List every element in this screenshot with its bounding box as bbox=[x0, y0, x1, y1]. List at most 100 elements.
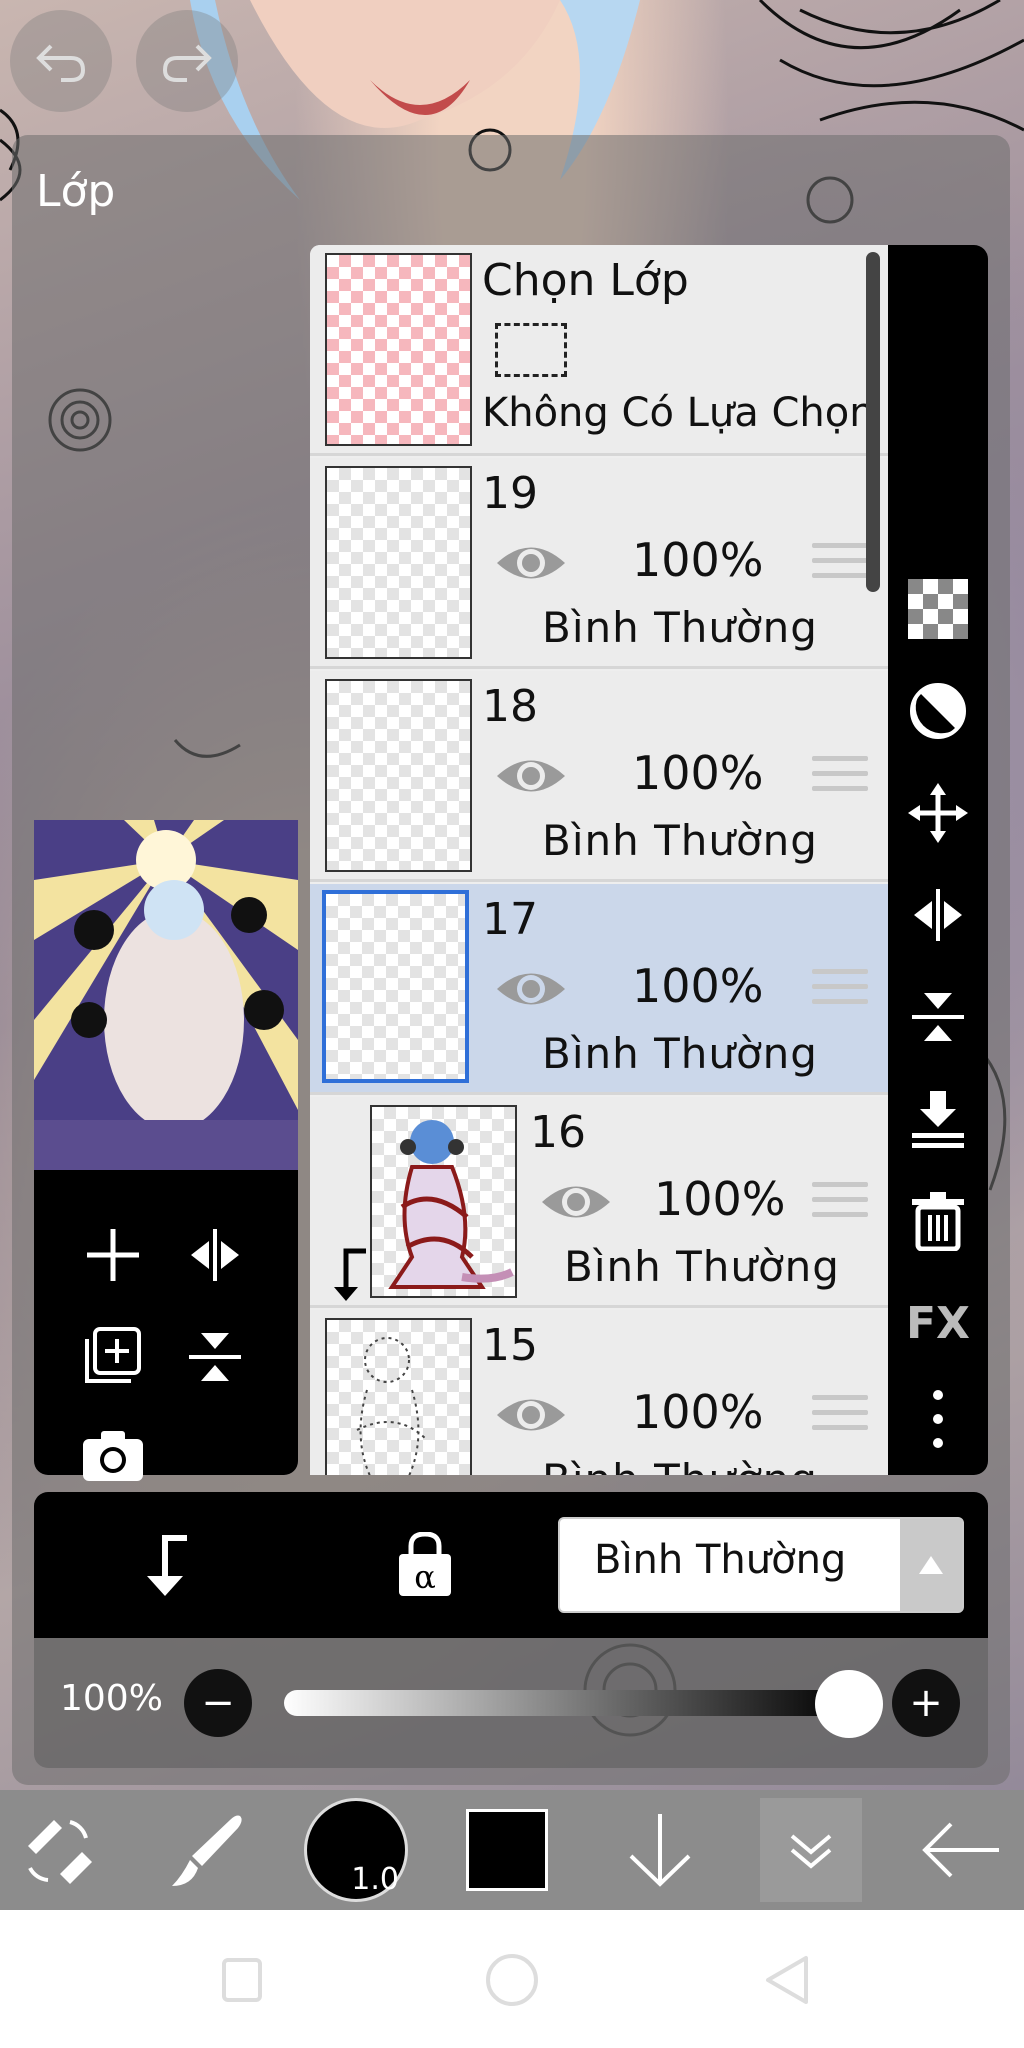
preview-artwork bbox=[34, 820, 298, 1170]
brush-size-button[interactable]: 1.0 bbox=[304, 1798, 408, 1902]
collapse-button[interactable] bbox=[760, 1798, 862, 1902]
layer-sidebar: FX bbox=[888, 245, 988, 1475]
flip-horizontal-icon bbox=[914, 889, 962, 941]
layer-bottom-bar: α Bình Thường bbox=[34, 1492, 988, 1638]
layer-row-selected[interactable]: 17 100% Bình Thường bbox=[310, 884, 888, 1095]
half-circle-icon bbox=[910, 683, 966, 739]
duplicate-layer-button[interactable] bbox=[78, 1322, 148, 1392]
layer-tools bbox=[34, 1170, 298, 1481]
layer-name: 17 bbox=[482, 894, 538, 945]
tool-switch-button[interactable] bbox=[18, 1798, 98, 1902]
layer-list[interactable]: Chọn Lớp Không Có Lựa Chọn 19 100% Bình … bbox=[310, 245, 888, 1475]
drag-handle-icon[interactable] bbox=[812, 1182, 868, 1230]
undo-button[interactable] bbox=[10, 10, 112, 112]
add-layer-button[interactable] bbox=[78, 1220, 148, 1290]
merge-layer-button[interactable] bbox=[180, 1322, 250, 1392]
layer-down-button[interactable] bbox=[620, 1798, 700, 1902]
brush-size-value: 1.0 bbox=[351, 1862, 399, 1897]
opacity-increase-button[interactable]: + bbox=[892, 1669, 960, 1737]
arrow-left-icon bbox=[922, 1822, 999, 1878]
layer-name: 15 bbox=[482, 1320, 538, 1371]
camera-icon bbox=[83, 1431, 143, 1481]
brush-size-circle: 1.0 bbox=[304, 1798, 408, 1902]
redo-button[interactable] bbox=[136, 10, 238, 112]
selection-thumbnail bbox=[325, 253, 472, 446]
alpha-lock-button[interactable]: α bbox=[390, 1530, 460, 1600]
layer-row[interactable]: 15 100% Bình Thường bbox=[310, 1310, 888, 1475]
camera-button[interactable] bbox=[78, 1420, 148, 1490]
drag-handle-icon[interactable] bbox=[812, 756, 868, 804]
brush-icon bbox=[172, 1815, 242, 1886]
alpha-lock-icon: α bbox=[399, 1532, 451, 1596]
move-icon bbox=[908, 783, 968, 843]
layer-name: 19 bbox=[482, 468, 538, 519]
arrow-down-icon bbox=[629, 1814, 691, 1887]
layer-row[interactable]: 19 100% Bình Thường bbox=[310, 458, 888, 669]
flip-vertical-button[interactable] bbox=[904, 983, 972, 1051]
canvas-preview[interactable] bbox=[34, 820, 298, 1170]
selection-title: Chọn Lớp bbox=[482, 255, 689, 306]
visibility-eye-icon[interactable] bbox=[495, 538, 567, 588]
duplicate-layer-icon bbox=[85, 1327, 141, 1383]
fill-button[interactable] bbox=[904, 677, 972, 745]
layer-blend-mode: Bình Thường bbox=[564, 1242, 840, 1291]
layer-art bbox=[388, 1120, 514, 1289]
transparency-button[interactable] bbox=[904, 575, 972, 643]
home-icon[interactable] bbox=[482, 1950, 542, 2010]
move-button[interactable] bbox=[904, 779, 972, 847]
flip-layer-button[interactable] bbox=[180, 1220, 250, 1290]
opacity-decrease-button[interactable]: − bbox=[184, 1669, 252, 1737]
flip-horizontal-icon bbox=[191, 1229, 239, 1281]
layer-thumbnail bbox=[325, 679, 472, 872]
visibility-eye-icon[interactable] bbox=[495, 751, 567, 801]
layer-row[interactable]: 16 100% Bình Thường bbox=[310, 1097, 888, 1308]
color-button[interactable] bbox=[466, 1798, 548, 1902]
system-nav-bar bbox=[0, 1910, 1024, 2048]
visibility-eye-icon[interactable] bbox=[495, 1390, 567, 1440]
main-toolbar: 1.0 bbox=[0, 1790, 1024, 1910]
blend-mode-value: Bình Thường bbox=[594, 1537, 847, 1583]
layer-list-scrollbar[interactable] bbox=[866, 252, 880, 592]
undo-icon bbox=[36, 44, 86, 82]
merge-down-button[interactable] bbox=[904, 1085, 972, 1153]
opacity-control: 100% − + bbox=[34, 1638, 988, 1768]
visibility-eye-icon[interactable] bbox=[540, 1177, 612, 1227]
back-nav-icon[interactable] bbox=[756, 1950, 816, 2010]
layer-name: 16 bbox=[530, 1107, 586, 1158]
layer-opacity: 100% bbox=[632, 959, 764, 1013]
blend-mode-dropdown[interactable]: Bình Thường bbox=[558, 1517, 964, 1613]
drag-handle-icon[interactable] bbox=[812, 543, 868, 591]
selection-marquee-icon bbox=[495, 323, 567, 377]
drag-handle-icon[interactable] bbox=[812, 969, 868, 1017]
chevron-up-icon bbox=[900, 1519, 962, 1611]
pen-eraser-switch-icon bbox=[28, 1820, 92, 1884]
opacity-slider[interactable] bbox=[284, 1690, 849, 1716]
redo-icon bbox=[162, 44, 212, 82]
clipping-button[interactable] bbox=[130, 1530, 200, 1600]
layer-thumbnail bbox=[325, 1318, 472, 1475]
delete-layer-button[interactable] bbox=[904, 1187, 972, 1255]
merge-down-icon bbox=[912, 1091, 964, 1148]
checker-icon bbox=[908, 579, 968, 639]
layer-thumbnail bbox=[370, 1105, 517, 1298]
recent-apps-icon[interactable] bbox=[212, 1950, 272, 2010]
layer-art bbox=[356, 1337, 428, 1475]
flip-horizontal-button[interactable] bbox=[904, 881, 972, 949]
opacity-slider-knob[interactable] bbox=[815, 1670, 883, 1738]
layer-blend-mode: Bình Thường bbox=[542, 603, 818, 652]
layer-opacity: 100% bbox=[632, 533, 764, 587]
double-chevron-down-icon bbox=[790, 1834, 832, 1869]
selection-layer-row[interactable]: Chọn Lớp Không Có Lựa Chọn bbox=[310, 245, 888, 456]
fx-button[interactable]: FX bbox=[904, 1289, 972, 1357]
layer-row[interactable]: 18 100% Bình Thường bbox=[310, 671, 888, 882]
layer-blend-mode: Bình Thường bbox=[542, 1455, 818, 1475]
drag-handle-icon[interactable] bbox=[812, 1395, 868, 1443]
visibility-eye-icon[interactable] bbox=[495, 964, 567, 1014]
brush-button[interactable] bbox=[168, 1798, 248, 1902]
layer-opacity: 100% bbox=[632, 1385, 764, 1439]
more-button[interactable] bbox=[904, 1385, 972, 1453]
back-button[interactable] bbox=[916, 1798, 1006, 1902]
merge-icon bbox=[189, 1333, 241, 1381]
layer-thumbnail bbox=[325, 466, 472, 659]
layer-thumbnail bbox=[322, 890, 469, 1083]
